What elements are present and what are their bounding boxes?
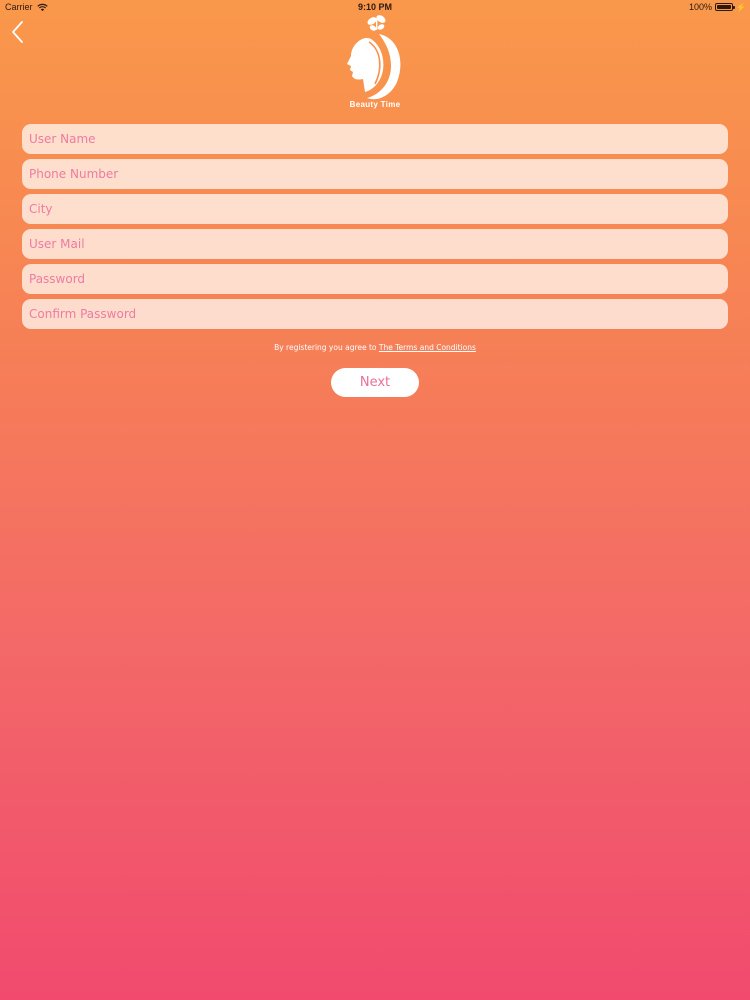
phone-number-input[interactable] bbox=[22, 159, 728, 189]
chevron-left-icon bbox=[12, 21, 23, 43]
woman-profile-butterfly-logo bbox=[347, 15, 401, 100]
battery-icon bbox=[715, 3, 736, 11]
terms-notice: By registering you agree to The Terms an… bbox=[0, 343, 750, 352]
terms-prefix: By registering you agree to bbox=[274, 343, 377, 352]
user-name-input[interactable] bbox=[22, 124, 728, 154]
terms-link[interactable]: The Terms and Conditions bbox=[379, 343, 476, 352]
user-mail-input[interactable] bbox=[22, 229, 728, 259]
confirm-password-input[interactable] bbox=[22, 299, 728, 329]
battery-group: 100% ⚡ bbox=[689, 2, 746, 12]
password-input[interactable] bbox=[22, 264, 728, 294]
registration-form bbox=[22, 124, 728, 334]
status-time: 9:10 PM bbox=[357, 2, 392, 12]
back-button[interactable] bbox=[9, 20, 29, 44]
next-button[interactable]: Next bbox=[331, 368, 419, 397]
charging-icon: ⚡ bbox=[736, 2, 746, 12]
battery-percent: 100% bbox=[689, 2, 713, 12]
logo-text: Beauty Time bbox=[349, 100, 401, 109]
city-input[interactable] bbox=[22, 194, 728, 224]
